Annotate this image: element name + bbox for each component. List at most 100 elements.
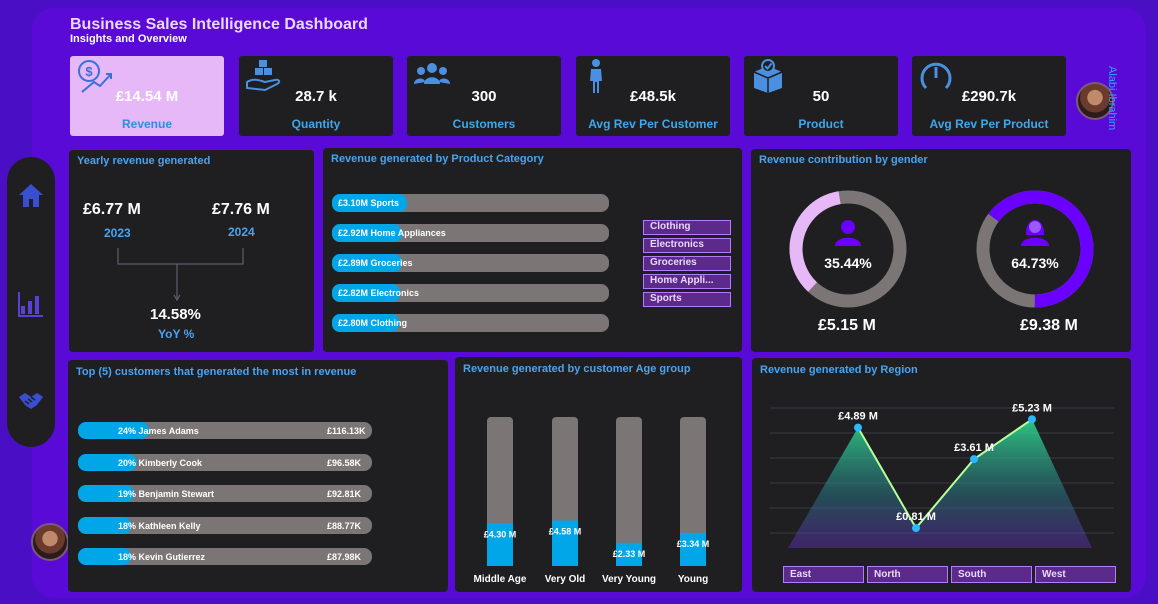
kpi-value: 300: [471, 88, 497, 105]
region-point: [854, 423, 862, 432]
kpi-card-quantity[interactable]: 28.7 k Quantity: [239, 56, 393, 136]
age-category-label: Young: [678, 574, 708, 585]
kpi-card-avg-rev-product[interactable]: £290.7k Avg Rev Per Product: [912, 56, 1066, 136]
gender-share-label: 35.44%: [824, 255, 872, 271]
age-group-panel: Revenue generated by customer Age group …: [455, 357, 742, 592]
home-icon[interactable]: [17, 181, 45, 209]
panel-title: Revenue generated by Product Category: [331, 153, 544, 165]
region-point: [912, 524, 920, 533]
kpi-card-customers[interactable]: 300 Customers: [407, 56, 561, 136]
female-revenue-value: £9.38 M: [1020, 317, 1078, 334]
yoy-value: 14.58%: [150, 306, 201, 323]
slicer-item[interactable]: Sports: [643, 292, 731, 307]
age-group-chart: £4.30 M Middle Age £4.58 M Very Old £2.33 M V…: [474, 417, 710, 585]
customer-pct-label: 20%: [118, 457, 137, 468]
region-slicer-item[interactable]: East: [783, 566, 864, 583]
customer-pct-label: 18%: [118, 552, 137, 562]
region-panel: Revenue generated by Region £4.89 M £0.81…: [752, 358, 1131, 592]
customer-value-label: £96.58K: [327, 457, 362, 468]
customer-pct-label: 18%: [118, 520, 137, 531]
age-value-label: £4.30 M: [484, 529, 517, 539]
kpi-label: Revenue: [121, 117, 173, 131]
slicer-item[interactable]: Groceries: [643, 256, 731, 271]
region-slicer-item[interactable]: West: [1035, 566, 1116, 583]
slicer-item[interactable]: Home Appli...: [643, 274, 731, 289]
category-bar-label: £2.89M Groceries: [338, 258, 413, 268]
kpi-value: 28.7 k: [295, 88, 337, 105]
age-value-label: £2.33 M: [613, 549, 646, 559]
page-subtitle: Insights and Overview: [70, 33, 187, 45]
category-value-label: £2.82M: [338, 288, 369, 298]
gender-panel: Revenue contribution by gender 35.44% 64.…: [751, 149, 1131, 352]
slicer-item[interactable]: Clothing: [643, 220, 731, 235]
region-chart: £4.89 M £0.81 M £3.61 M £5.23 M: [770, 402, 1114, 548]
customer-name-label: Kevin Gutierrez: [136, 552, 206, 562]
customer-value-label: £92.81K: [327, 489, 362, 499]
customer-name-label: Kathleen Kelly: [136, 520, 201, 531]
category-value-label: £2.92M: [338, 228, 369, 238]
category-bar-label: £3.10M Sports: [338, 198, 399, 208]
region-value-label: £0.81 M: [896, 511, 936, 523]
female-icon: [1021, 220, 1049, 246]
user-name: Alabi Ibrahim: [1106, 66, 1118, 131]
category-value-label: £3.10M: [338, 198, 369, 208]
customer-bar-label: 18% Kevin Gutierrez: [118, 552, 205, 562]
customer-value-label: £88.77K: [327, 520, 362, 531]
category-bar-label: £2.92M Home Appliances: [338, 228, 446, 238]
category-bar-label: £2.82M Electronics: [338, 288, 419, 298]
category-name-label: Home Appliances: [368, 228, 446, 238]
kpi-label: Customers: [452, 117, 516, 131]
age-category-label: Very Old: [545, 574, 586, 585]
region-value-label: £5.23 M: [1012, 402, 1052, 414]
product-category-panel: Revenue generated by Product Category £3…: [323, 148, 742, 352]
region-value-label: £3.61 M: [954, 442, 994, 454]
kpi-value: £48.5k: [630, 88, 676, 105]
kpi-card-avg-rev-customer[interactable]: £48.5k Avg Rev Per Customer: [576, 56, 730, 136]
top-customers-panel: Top (5) customers that generated the mos…: [68, 360, 448, 592]
kpi-label: Quantity: [291, 117, 341, 131]
category-value-label: £2.89M: [338, 258, 369, 268]
region-slicer-item[interactable]: South: [951, 566, 1032, 583]
kpi-label: Product: [798, 117, 844, 131]
slicer-item[interactable]: Electronics: [643, 238, 731, 253]
customer-name-label: James Adams: [136, 426, 199, 436]
age-value-label: £4.58 M: [549, 527, 582, 537]
customer-pct-label: 19%: [118, 489, 137, 499]
category-name-label: Clothing: [368, 318, 408, 328]
customer-bar-label: 18% Kathleen Kelly: [118, 521, 201, 531]
kpi-value: £14.54 M: [115, 88, 179, 105]
category-value-label: £2.80M: [338, 318, 369, 328]
panel-title: Top (5) customers that generated the mos…: [76, 366, 357, 378]
region-slicer-item[interactable]: North: [867, 566, 948, 583]
male-revenue-value: £5.15 M: [818, 317, 876, 334]
kpi-label: Avg Rev Per Customer: [588, 117, 718, 131]
customer-value-label: £116.13K: [327, 426, 366, 436]
customer-name-label: Kimberly Cook: [136, 457, 203, 468]
kpi-card-product[interactable]: 50 Product: [744, 56, 898, 136]
customer-pct-label: 24%: [118, 426, 137, 436]
region-value-label: £4.89 M: [838, 411, 878, 423]
region-point: [970, 455, 978, 464]
svg-text:$: $: [85, 64, 93, 79]
handshake-icon[interactable]: [17, 385, 45, 413]
kpi-value: £290.7k: [961, 88, 1017, 105]
page-title: Business Sales Intelligence Dashboard: [70, 16, 368, 33]
yearly-revenue-panel: Yearly revenue generated £6.77 M 2023 £7…: [69, 150, 314, 352]
customer-bar-label: 24% James Adams: [118, 426, 199, 436]
bar-chart-icon[interactable]: [17, 290, 45, 318]
age-value-label: £3.34 M: [677, 539, 710, 549]
age-bar: [680, 532, 706, 566]
customer-name-label: Benjamin Stewart: [136, 489, 215, 499]
category-name-label: Sports: [368, 198, 400, 208]
kpi-value: 50: [812, 88, 830, 105]
kpi-label: Avg Rev Per Product: [929, 117, 1049, 131]
avatar[interactable]: [31, 523, 69, 561]
age-category-label: Very Young: [602, 574, 656, 585]
kpi-card-revenue[interactable]: $ £14.54 M Revenue: [70, 56, 224, 136]
region-area: [788, 419, 1092, 548]
customer-value-label: £87.98K: [327, 552, 362, 562]
category-bar-label: £2.80M Clothing: [338, 318, 407, 328]
category-name-label: Electronics: [368, 288, 420, 298]
age-category-label: Middle Age: [474, 574, 527, 585]
male-icon: [835, 220, 861, 246]
